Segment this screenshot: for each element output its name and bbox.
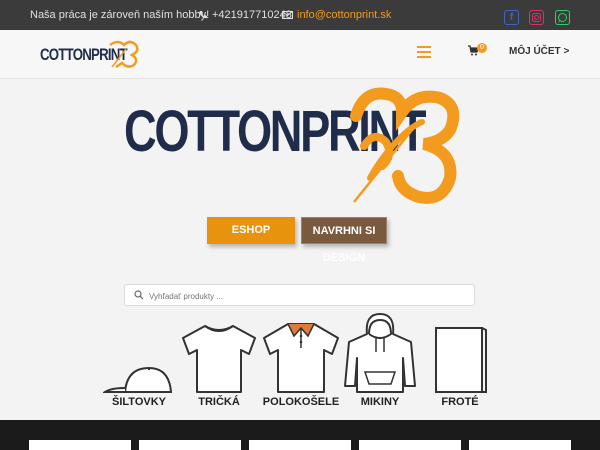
eshop-button[interactable]: ESHOP [207,217,295,244]
phone-link[interactable]: +421917710248 [198,9,292,21]
design-button[interactable]: NAVRHNI SI DESIGN [301,217,387,264]
towel-icon [435,327,487,393]
phone-number: +421917710248 [212,9,292,21]
search-input[interactable] [147,287,471,305]
product-card[interactable] [29,440,131,450]
tagline: Naša práca je zároveň naším hobby! [30,9,210,21]
svg-text:COTTONPRINT: COTTONPRINT [40,46,128,65]
polo-icon [263,323,339,393]
top-bar: Naša práca je zároveň naším hobby! +4219… [0,0,600,30]
category-label: ŠILTOVKY [112,396,166,408]
hero-logo-text: COTTONPRINT [124,99,426,164]
category-label: POLOKOŠELE [262,396,340,408]
category-towels[interactable]: FROTÉ [428,312,492,412]
mail-icon [282,11,293,20]
email-address: info@cottonprint.sk [297,9,392,21]
product-card[interactable] [469,440,571,450]
product-search[interactable] [124,284,475,306]
category-tshirts[interactable]: TRIČKÁ [181,312,257,412]
cap-icon [103,366,173,393]
facebook-icon[interactable]: f [504,10,519,25]
site-header: COTTONPRINT 0 MÔJ ÚČET > [0,30,600,79]
category-hoodies[interactable]: MIKINY [343,312,417,412]
product-card[interactable] [139,440,241,450]
site-logo[interactable]: COTTONPRINT [40,37,144,76]
category-label: FROTÉ [441,396,479,408]
tshirt-icon [182,325,256,393]
category-caps[interactable]: ŠILTOVKY [103,312,175,412]
search-icon [134,290,144,300]
phone-icon [199,11,207,19]
menu-hamburger-icon[interactable] [417,46,431,61]
category-polos[interactable]: POLOKOŠELE [262,312,340,412]
hoodie-icon [344,313,416,393]
cart-count-badge: 0 [477,43,487,53]
email-link[interactable]: info@cottonprint.sk [282,9,391,21]
whatsapp-icon[interactable] [555,10,570,25]
my-account-link[interactable]: MÔJ ÚČET > [509,46,569,57]
product-card[interactable] [249,440,351,450]
instagram-icon[interactable] [529,10,544,25]
category-label: TRIČKÁ [198,396,240,408]
product-card[interactable] [359,440,461,450]
category-label: MIKINY [360,396,400,408]
